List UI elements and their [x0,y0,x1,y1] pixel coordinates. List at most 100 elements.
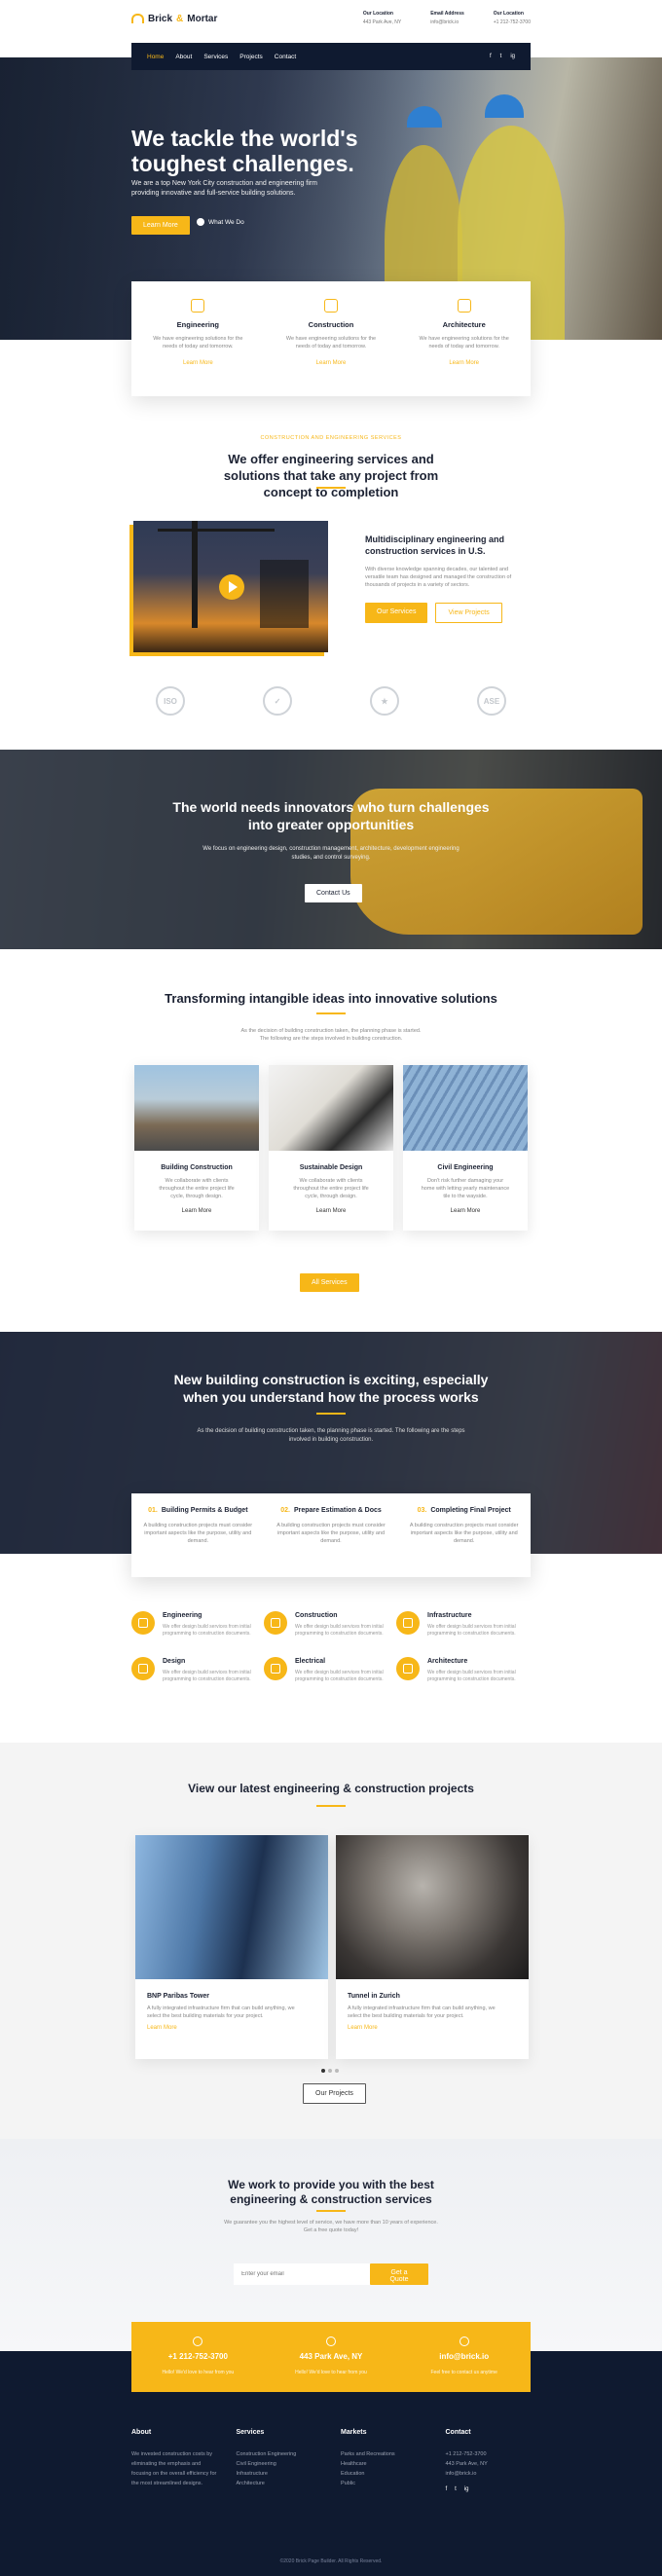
footer-social: f t ig [446,2486,532,2492]
footer-link[interactable]: Public [341,2479,426,2488]
iso-logo: ISO [156,686,185,716]
cta-title: We work to provide you with the best eng… [228,2178,434,2206]
email-input[interactable] [234,2263,370,2285]
banner-text: We focus on engineering design, construc… [202,846,460,861]
get-quote-button[interactable]: Get a Quote [370,2263,428,2285]
service-learn-more-link[interactable]: Learn More [131,360,265,366]
page: Brick & Mortar Our Location 443 Park Ave, N… [0,0,662,2576]
step-item: 01. Building Permits & Budget A building … [131,1493,265,1577]
building-construction-image [134,1065,259,1151]
our-services-button[interactable]: Our Services [365,603,428,623]
divider [316,2210,346,2212]
footer-link[interactable]: Architecture [237,2479,322,2488]
footer-link[interactable]: Civil Engineering [237,2459,322,2469]
solution-learn-more-link[interactable]: Learn More [269,1208,393,1214]
service-title: Engineering [176,320,219,329]
nav-services[interactable]: Services [203,54,228,60]
info-phone: Our Location +1 212-752-3700 [494,10,531,27]
project-card[interactable]: Tunnel in Zurich A fully integrated infr… [336,1835,529,2059]
solution-learn-more-link[interactable]: Learn More [134,1208,259,1214]
instagram-icon[interactable]: ig [464,2486,469,2492]
solution-card: Civil Engineering Don't risk further dam… [403,1065,528,1231]
hero-title: We tackle the world's toughest challenge… [131,126,358,176]
all-services-button[interactable]: All Services [300,1273,359,1292]
solution-learn-more-link[interactable]: Learn More [403,1208,528,1214]
facebook-icon[interactable]: f [490,54,492,59]
solution-text: We collaborate with clients throughout t… [293,1178,369,1199]
what-we-do-label: What We Do [208,218,244,226]
facebook-icon[interactable]: f [446,2486,448,2492]
bnp-tower-image [135,1835,328,1979]
what-we-do-button[interactable]: What We Do [197,218,244,226]
strip-value[interactable]: +1 212-752-3700 [131,2352,265,2361]
our-projects-button[interactable]: Our Projects [303,2083,366,2104]
construction-icon [264,1611,287,1635]
project-card[interactable]: BNP Paribas Tower A fully integrated inf… [135,1835,328,2059]
divider [316,1012,346,1014]
logo-amp: & [176,13,184,24]
cert-logo: ✓ [263,686,292,716]
service-learn-more-link[interactable]: Learn More [265,360,398,366]
sustainable-design-image [269,1065,393,1151]
footer-link[interactable]: Education [341,2469,426,2479]
project-learn-more-link[interactable]: Learn More [348,2025,517,2031]
contact-us-button[interactable]: Contact Us [305,884,362,902]
nav-about[interactable]: About [175,54,192,60]
service-learn-more-link[interactable]: Learn More [397,360,531,366]
feature-item: Architecture We offer design build servic… [396,1657,529,1683]
carousel-dot[interactable] [321,2069,325,2073]
strip-sub: Hello! We'd love to hear from you [295,2370,367,2375]
step-number: 01. [148,1507,158,1514]
footer-link[interactable]: Infrastructure [237,2469,322,2479]
service-card-engineering: Engineering We have engineering solution… [131,281,265,396]
intro-video[interactable] [133,521,328,652]
view-projects-button[interactable]: View Projects [435,603,502,623]
footer-markets: Markets Parks and Recreations Healthcare… [341,2429,426,2492]
hero-learn-more-button[interactable]: Learn More [131,216,190,235]
location-icon [326,2337,336,2346]
strip-email: info@brick.io Feel free to contact us any… [397,2322,531,2392]
footer-link[interactable]: Parks and Recreations [341,2449,426,2459]
project-text: A fully integrated infrastructure firm t… [348,2006,496,2019]
play-button-icon[interactable] [219,574,244,600]
architecture-icon [457,299,471,313]
solutions-sub: As the decision of building construction… [240,1028,422,1042]
top-bar: Brick & Mortar Our Location 443 Park Ave, N… [0,0,662,37]
footer-contact: Contact +1 212-752-3700 443 Park Ave, NY… [446,2429,532,2492]
electrical-icon [264,1657,287,1680]
twitter-icon[interactable]: t [500,54,502,59]
infrastructure-icon [396,1611,420,1635]
twitter-icon[interactable]: t [455,2486,457,2492]
footer-heading: About [131,2429,152,2436]
strip-sub: Hello! We'd love to hear from you [162,2370,235,2375]
process-steps: 01. Building Permits & Budget A building … [131,1493,531,1577]
carousel-dot[interactable] [328,2069,332,2073]
engineering-icon [191,299,205,313]
footer-contact-item[interactable]: +1 212-752-3700 [446,2449,532,2459]
info-value: 443 Park Ave, NY [362,19,402,25]
info-value[interactable]: info@brick.io [430,19,459,25]
nav-home[interactable]: Home [147,54,164,60]
project-learn-more-link[interactable]: Learn More [147,2025,316,2031]
logo[interactable]: Brick & Mortar [131,14,217,24]
certification-logos: ISO ✓ ★ ASE [156,686,506,716]
feature-item: Engineering We offer design build service… [131,1611,264,1638]
phone-icon [193,2337,203,2346]
carousel-dot[interactable] [335,2069,339,2073]
seal-logo: ★ [370,686,399,716]
step-text: A building construction projects must co… [276,1523,386,1544]
construction-icon [324,299,338,313]
design-icon [131,1657,155,1680]
divider [316,487,346,489]
nav-contact[interactable]: Contact [275,54,296,60]
strip-value[interactable]: info@brick.io [397,2352,531,2361]
footer-contact-item[interactable]: info@brick.io [446,2469,532,2479]
footer-link[interactable]: Healthcare [341,2459,426,2469]
step-item: 03. Completing Final Project A building c… [397,1493,531,1577]
nav-projects[interactable]: Projects [239,54,262,60]
instagram-icon[interactable]: ig [510,54,515,59]
info-value[interactable]: +1 212-752-3700 [494,19,531,25]
crane-image [158,529,275,532]
footer-link[interactable]: Construction Engineering [237,2449,322,2459]
strip-address: 443 Park Ave, NY Hello! We'd love to hear… [265,2322,398,2392]
